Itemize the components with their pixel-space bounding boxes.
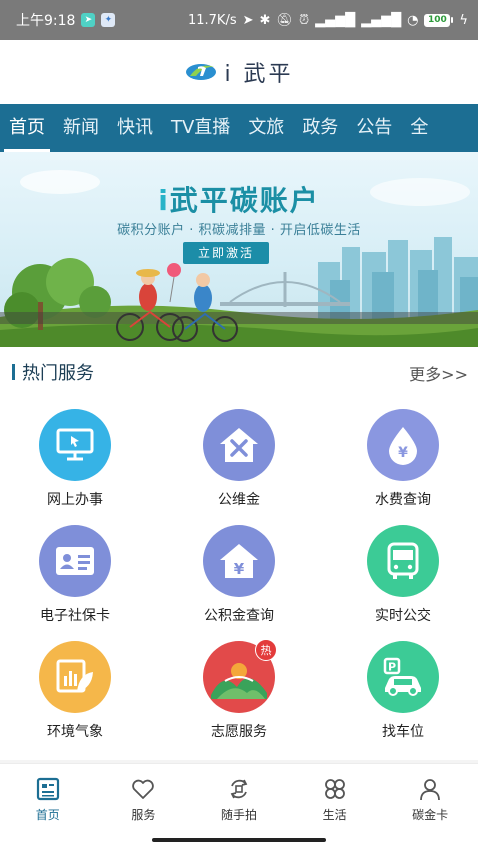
clover-icon <box>324 779 345 799</box>
signal-icon: ▂▄▆█ <box>315 12 356 28</box>
bottom-nav-life[interactable]: 生活 <box>287 764 383 830</box>
service-label: 环境气象 <box>47 724 103 740</box>
service-label: 水费查询 <box>375 492 431 508</box>
bottom-nav-carbon-card[interactable]: 碳金卡 <box>382 764 478 830</box>
app-header: i 武平 <box>0 40 478 104</box>
app-logo-icon <box>186 64 217 80</box>
home-grid-icon <box>36 777 59 801</box>
svg-text:P: P <box>388 661 396 674</box>
battery-level: 100 <box>424 13 451 27</box>
bottom-nav-label: 随手拍 <box>220 808 257 822</box>
app-title: i 武平 <box>224 62 294 87</box>
id-card-icon <box>39 525 111 597</box>
status-time: 上午9:18 <box>16 13 76 29</box>
hot-badge: 热 <box>255 639 277 661</box>
house-yen-icon: ¥ <box>203 525 275 597</box>
banner-subtitle: 碳积分账户 · 积碳减排量 · 开启低碳生活 <box>117 223 361 238</box>
signal-icon-2: ▂▄▆█ <box>361 12 402 28</box>
tab-news[interactable]: 新闻 <box>54 104 108 152</box>
tab-all[interactable]: 全 <box>401 104 437 152</box>
home-indicator[interactable] <box>152 838 326 842</box>
service-environment-weather[interactable]: 环境气象 <box>10 641 140 741</box>
channel-tabs: 首页 新闻 快讯 TV直播 文旅 政务 公告 全 <box>0 104 478 152</box>
service-label: 电子社保卡 <box>40 608 110 624</box>
tab-government[interactable]: 政务 <box>293 104 347 152</box>
tab-flash[interactable]: 快讯 <box>108 104 162 152</box>
service-label: 公积金查询 <box>204 608 274 624</box>
volunteer-mountains-icon: 热 <box>203 639 277 713</box>
banner-title: i武平碳账户 <box>0 179 478 219</box>
water-drop-yen-icon: ¥ <box>367 409 439 481</box>
service-label: 志愿服务 <box>211 724 267 740</box>
bottom-nav-snapshot[interactable]: 随手拍 <box>191 764 287 830</box>
monitor-icon <box>39 409 111 481</box>
svg-text:¥: ¥ <box>234 560 245 578</box>
bottom-nav-label: 首页 <box>35 808 60 822</box>
bluetooth-icon: ✱ <box>259 12 271 28</box>
activate-button[interactable]: 立即激活 <box>183 242 269 264</box>
svg-text:¥: ¥ <box>398 445 408 461</box>
carbon-account-banner[interactable]: i武平碳账户 碳积分账户 · 积碳减排量 · 开启低碳生活 立即激活 <box>0 152 478 347</box>
tab-tv-live[interactable]: TV直播 <box>162 104 239 152</box>
service-social-security-card[interactable]: 电子社保卡 <box>10 525 140 625</box>
tab-culture-travel[interactable]: 文旅 <box>239 104 293 152</box>
banner-title-text: 武平碳账户 <box>169 184 320 217</box>
parking-car-icon: P <box>367 641 439 713</box>
bottom-nav-services[interactable]: 服务 <box>96 764 192 830</box>
notification-app-icon-2: ✦ <box>101 13 116 27</box>
service-water-bill[interactable]: ¥ 水费查询 <box>338 409 468 509</box>
chart-leaf-icon <box>39 641 111 713</box>
service-maintenance-fund[interactable]: 公维金 <box>174 409 304 509</box>
bus-icon <box>367 525 439 597</box>
bottom-navigation: 首页 服务 随手拍 生活 碳金卡 <box>0 763 478 830</box>
service-housing-fund[interactable]: ¥ 公积金查询 <box>174 525 304 625</box>
hot-services-section: 热门服务 更多>> 网上办事 公维金 ¥ 水费查询 电子社保卡 ¥ 公积金查询 … <box>0 347 478 760</box>
service-online-affairs[interactable]: 网上办事 <box>10 409 140 509</box>
app-screen: 上午9:18 ➤ ✦ 11.7K/s ➤ ✱ 🔕︎ ⏰︎ ▂▄▆█ ▂▄▆█ ◔… <box>0 0 478 850</box>
service-realtime-bus[interactable]: 实时公交 <box>338 525 468 625</box>
house-tools-icon <box>203 409 275 481</box>
service-label: 找车位 <box>382 724 424 740</box>
bottom-nav-label: 碳金卡 <box>412 808 449 822</box>
bottom-nav-label: 服务 <box>131 808 156 822</box>
service-find-parking[interactable]: P 找车位 <box>338 641 468 741</box>
service-volunteer[interactable]: 热 志愿服务 <box>174 639 304 741</box>
more-link[interactable]: 更多>> <box>409 361 468 385</box>
service-label: 实时公交 <box>375 608 431 624</box>
section-header: 热门服务 更多>> <box>0 347 478 399</box>
section-title: 热门服务 <box>22 363 94 384</box>
alarm-icon: ⏰︎ <box>298 12 310 28</box>
bottom-nav-home[interactable]: 首页 <box>0 764 96 830</box>
camera-rotate-icon <box>230 779 248 799</box>
person-icon <box>420 779 441 801</box>
banner-title-prefix: i <box>158 184 170 217</box>
status-bar: 上午9:18 ➤ ✦ 11.7K/s ➤ ✱ 🔕︎ ⏰︎ ▂▄▆█ ▂▄▆█ ◔… <box>0 0 478 40</box>
heart-icon <box>132 779 155 799</box>
section-accent-bar <box>12 364 15 380</box>
tab-home[interactable]: 首页 <box>0 104 54 152</box>
notification-app-icon: ➤ <box>81 13 96 27</box>
charging-icon: ϟ <box>459 12 468 28</box>
bottom-nav-label: 生活 <box>322 808 347 822</box>
mute-icon: 🔕︎ <box>276 12 293 28</box>
service-label: 网上办事 <box>47 492 103 508</box>
network-speed: 11.7K/s <box>187 12 237 28</box>
wifi-icon: ◔ <box>407 12 419 28</box>
battery-icon: 100 <box>424 13 454 27</box>
service-label: 公维金 <box>218 492 260 508</box>
location-icon: ➤ <box>242 12 254 28</box>
tab-announcement[interactable]: 公告 <box>347 104 401 152</box>
